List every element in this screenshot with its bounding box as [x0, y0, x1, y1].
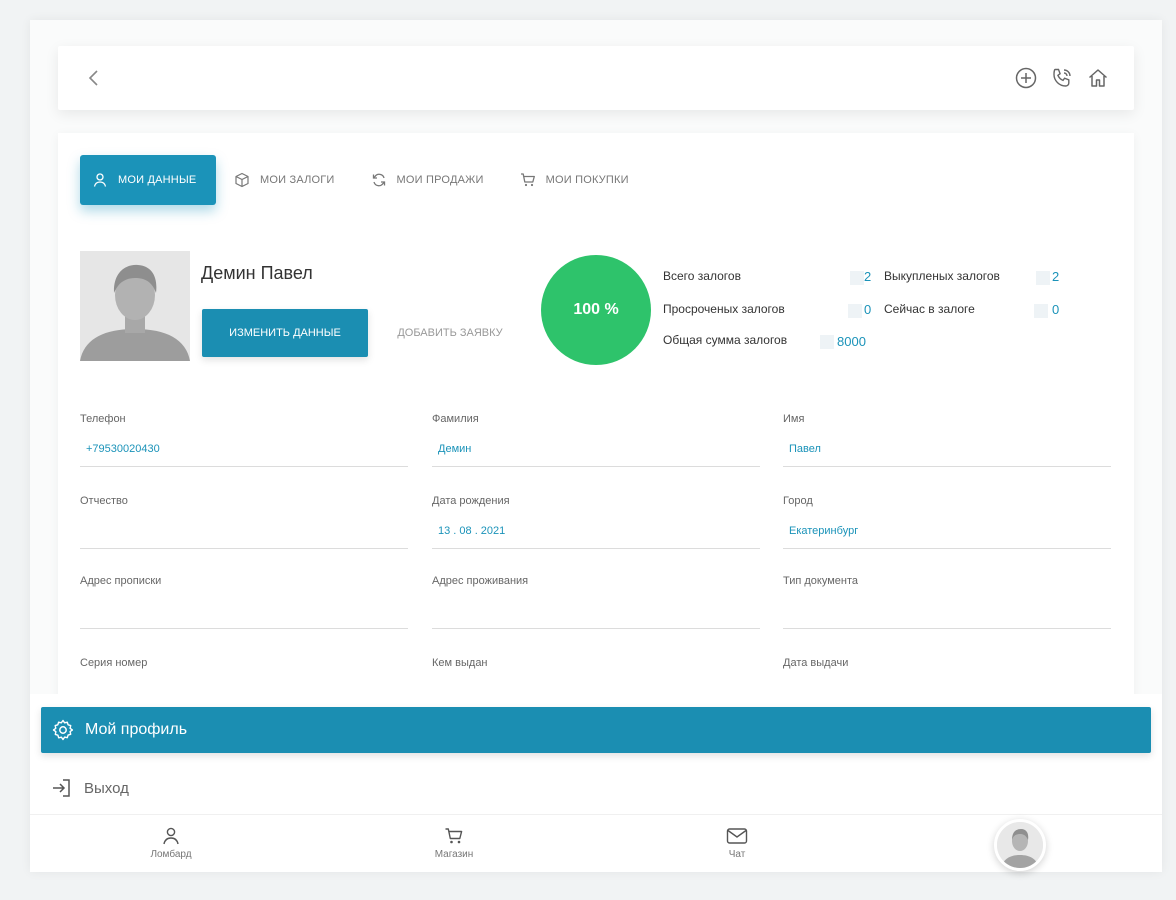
stat-overdue-label: Просроченых залогов	[663, 302, 785, 316]
cube-icon	[235, 172, 249, 188]
nav-lombard[interactable]: Ломбард	[131, 823, 211, 860]
user-icon	[93, 173, 107, 187]
stat-redeemed-value: 2	[1052, 269, 1060, 284]
rating-value: 100 %	[573, 301, 619, 318]
stat-sum-label: Общая сумма залогов	[663, 333, 788, 347]
field-firstname: Имя Павел	[783, 413, 1111, 467]
field-label: Дата рождения	[432, 495, 510, 507]
stat-total-label: Всего залогов	[663, 269, 741, 283]
field-label: Серия номер	[80, 657, 148, 669]
birthdate-input[interactable]: 13 . 08 . 2021	[432, 523, 760, 549]
menu-item-my-profile[interactable]: Мой профиль	[41, 707, 1151, 753]
field-city: Город Екатеринбург	[783, 495, 1111, 549]
field-birthdate: Дата рождения 13 . 08 . 2021	[432, 495, 760, 549]
mail-icon	[726, 828, 748, 844]
add-button[interactable]	[1012, 64, 1040, 92]
field-label: Имя	[783, 413, 805, 425]
field-surname: Фамилия Демин	[432, 413, 760, 467]
stat-bar	[1034, 304, 1048, 318]
stat-bar	[820, 335, 834, 349]
stat-bar	[850, 271, 864, 285]
field-label: Город	[783, 495, 813, 507]
field-doc-type: Тип документа	[783, 575, 1111, 629]
call-button[interactable]	[1048, 64, 1076, 92]
field-label: Дата выдачи	[783, 657, 849, 669]
field-label: Кем выдан	[432, 657, 488, 669]
field-label: Фамилия	[432, 413, 479, 425]
nav-chat[interactable]: Чат	[697, 823, 777, 860]
plus-circle-icon	[1015, 67, 1037, 89]
stat-bar	[1036, 271, 1050, 285]
field-live-address: Адрес проживания	[432, 575, 760, 629]
bottom-nav: Ломбард Магазин Чат	[30, 814, 1162, 872]
nav-label: Магазин	[434, 849, 474, 860]
nav-label: Ломбард	[150, 849, 192, 860]
tab-label: Мои залоги	[260, 174, 335, 186]
tab-label: Мои данные	[118, 174, 197, 186]
firstname-input[interactable]: Павел	[783, 441, 1111, 467]
stat-now-value: 0	[1052, 302, 1060, 317]
chevron-left-icon	[88, 70, 98, 86]
stat-bar	[848, 304, 862, 318]
stat-redeemed-label: Выкупленых залогов	[884, 269, 1000, 283]
phone-input[interactable]: +79530020430	[80, 441, 408, 467]
avatar-icon	[997, 822, 1043, 868]
field-label: Адрес прописки	[80, 575, 162, 587]
nav-shop[interactable]: Магазин	[414, 823, 494, 860]
tab-my-sales[interactable]: Мои продажи	[353, 155, 502, 205]
cart-icon	[520, 173, 535, 187]
nav-avatar[interactable]	[994, 819, 1046, 871]
field-label: Тип документа	[783, 575, 859, 587]
field-reg-address: Адрес прописки	[80, 575, 408, 629]
menu-item-label: Выход	[84, 779, 129, 797]
field-patronymic: Отчество	[80, 495, 408, 549]
tab-label: Мои продажи	[396, 174, 484, 186]
field-label: Адрес проживания	[432, 575, 529, 587]
reg-address-input[interactable]	[80, 603, 408, 629]
home-button[interactable]	[1084, 64, 1112, 92]
field-label: Отчество	[80, 495, 128, 507]
menu-item-label: Мой профиль	[85, 721, 188, 738]
patronymic-input[interactable]	[80, 523, 408, 549]
user-icon	[163, 827, 179, 845]
nav-label: Чат	[728, 849, 746, 860]
edit-data-button[interactable]: Изменить данные	[202, 309, 368, 357]
tab-label: Мои покупки	[545, 174, 629, 186]
profile-card: Мои данные Мои залоги Мои продажи Мои по…	[58, 133, 1134, 713]
gear-icon	[52, 719, 74, 741]
add-request-button[interactable]: Добавить заявку	[380, 309, 520, 357]
back-button[interactable]	[82, 66, 106, 90]
surname-input[interactable]: Демин	[432, 441, 760, 467]
menu-item-exit[interactable]: Выход	[50, 776, 129, 800]
tab-my-purchases[interactable]: Мои покупки	[502, 155, 647, 205]
refresh-icon	[372, 173, 385, 187]
city-input[interactable]: Екатеринбург	[783, 523, 1111, 549]
tabs-bar: Мои данные Мои залоги Мои продажи Мои по…	[80, 155, 647, 205]
logout-icon	[53, 779, 70, 797]
stat-now-label: Сейчас в залоге	[884, 302, 975, 316]
tab-my-pledges[interactable]: Мои залоги	[216, 155, 353, 205]
stat-overdue-value: 0	[864, 302, 872, 317]
stat-sum-value: 8000	[837, 334, 866, 349]
user-name: Демин Павел	[201, 263, 313, 283]
live-address-input[interactable]	[432, 603, 760, 629]
rating-circle: 100 %	[541, 255, 651, 365]
doc-type-select[interactable]	[783, 603, 1111, 629]
field-label: Телефон	[80, 413, 126, 425]
avatar-placeholder-icon	[80, 251, 190, 361]
phone-icon	[1053, 68, 1071, 87]
stat-total-value: 2	[864, 269, 872, 284]
profile-avatar	[80, 251, 190, 361]
home-icon	[1089, 69, 1107, 87]
field-phone: Телефон +79530020430	[80, 413, 408, 467]
cart-icon	[445, 828, 463, 844]
top-bar	[58, 46, 1134, 110]
tab-my-data[interactable]: Мои данные	[80, 155, 216, 205]
